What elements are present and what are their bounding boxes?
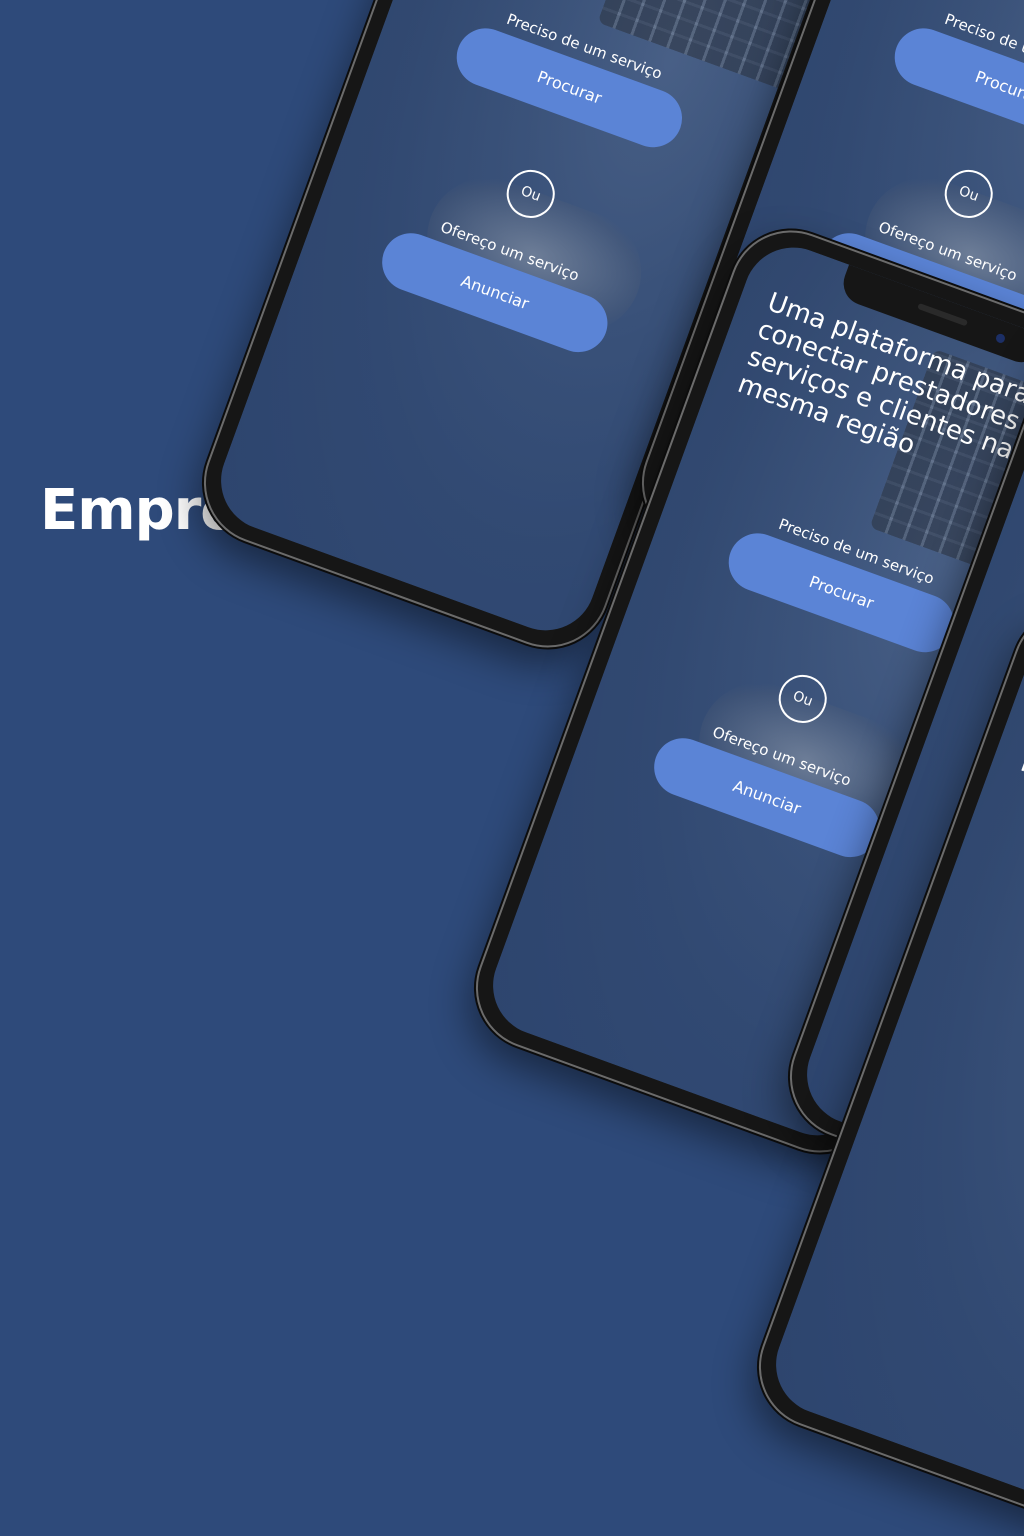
or-separator: Ou — [771, 668, 834, 730]
hero-headline: Uma plataforma para conectar prestadores… — [1016, 748, 1024, 840]
or-separator: Ou — [937, 163, 1000, 225]
or-separator: Ou — [499, 163, 562, 225]
hero-headline: Uma plataforma para conectar prestadores… — [462, 0, 812, 5]
